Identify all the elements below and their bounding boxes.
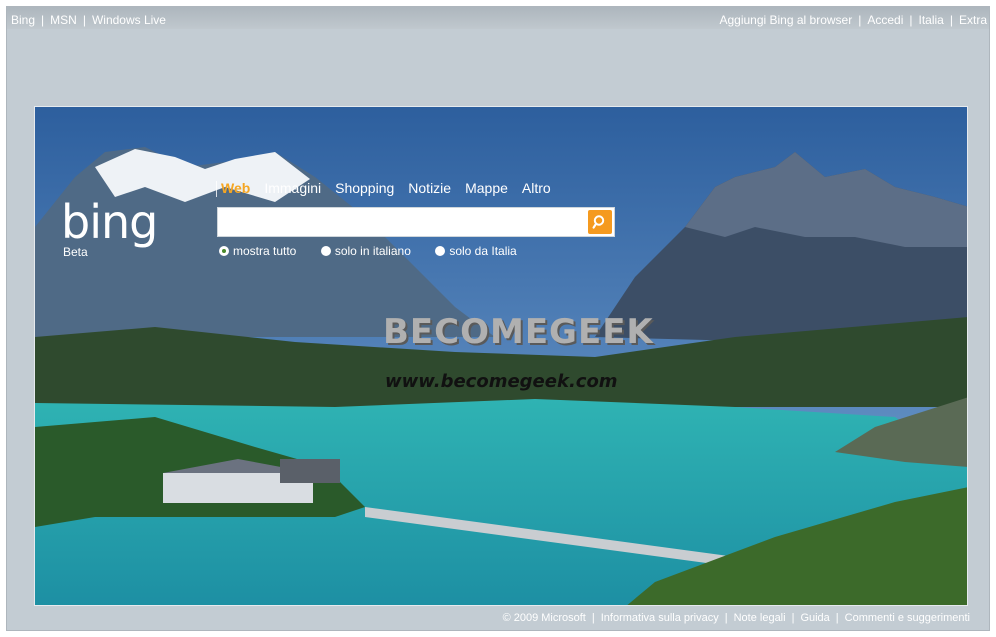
radio-icon bbox=[320, 246, 331, 256]
radio-icon bbox=[435, 246, 446, 256]
top-left-links: Bing | MSN | Windows Live bbox=[11, 11, 166, 29]
feedback-link[interactable]: Commenti e suggerimenti bbox=[845, 612, 970, 624]
nav-divider bbox=[216, 181, 217, 197]
watermark-url: www.becomegeek.com bbox=[385, 371, 618, 392]
search-icon bbox=[592, 215, 605, 229]
search-verticals-nav: Web Immagini Shopping Notizie Mappe Altro bbox=[221, 180, 565, 198]
search-input[interactable] bbox=[222, 209, 592, 237]
bing-link[interactable]: Bing bbox=[11, 13, 35, 27]
scope-option-italy[interactable]: solo da Italia bbox=[435, 244, 517, 258]
tab-shopping[interactable]: Shopping bbox=[335, 180, 394, 196]
tab-images[interactable]: Immagini bbox=[264, 180, 321, 196]
footer-links: © 2009 Microsoft | Informativa sulla priva… bbox=[502, 612, 970, 624]
help-link[interactable]: Guida bbox=[800, 612, 829, 624]
scope-option-italian[interactable]: solo in italiano bbox=[320, 244, 411, 258]
copyright: © 2009 Microsoft bbox=[502, 612, 586, 624]
beta-label: Beta bbox=[63, 245, 88, 259]
legal-link[interactable]: Note legali bbox=[734, 612, 786, 624]
separator: | bbox=[41, 13, 45, 27]
scope-option-label: mostra tutto bbox=[233, 244, 297, 258]
scope-option-label: solo in italiano bbox=[334, 244, 411, 258]
country-link[interactable]: Italia bbox=[919, 13, 944, 27]
watermark-title: BECOMEGEEK bbox=[383, 312, 654, 352]
scope-option-all[interactable]: mostra tutto bbox=[219, 244, 296, 258]
search-box bbox=[217, 207, 615, 237]
separator: | bbox=[858, 13, 862, 27]
tab-more[interactable]: Altro bbox=[522, 180, 551, 196]
top-right-links: Aggiungi Bing al browser | Accedi | Italia | E… bbox=[719, 11, 987, 29]
msn-link[interactable]: MSN bbox=[50, 13, 77, 27]
search-scope-options: mostra tutto solo in italiano solo da It… bbox=[219, 243, 537, 261]
separator: | bbox=[909, 13, 913, 27]
bing-logo[interactable]: bing bbox=[61, 195, 158, 249]
radio-selected-icon bbox=[219, 246, 229, 256]
separator: | bbox=[82, 13, 86, 27]
tab-maps[interactable]: Mappe bbox=[465, 180, 508, 196]
scope-option-label: solo da Italia bbox=[449, 244, 517, 258]
add-bing-to-browser-link[interactable]: Aggiungi Bing al browser bbox=[719, 13, 852, 27]
tab-news[interactable]: Notizie bbox=[408, 180, 451, 196]
privacy-link[interactable]: Informativa sulla privacy bbox=[601, 612, 719, 624]
windows-live-link[interactable]: Windows Live bbox=[92, 13, 166, 27]
sign-in-link[interactable]: Accedi bbox=[867, 13, 903, 27]
separator: | bbox=[949, 13, 953, 27]
tab-web[interactable]: Web bbox=[221, 180, 250, 196]
search-button[interactable] bbox=[588, 210, 612, 234]
extra-link[interactable]: Extra bbox=[959, 13, 987, 27]
hero-background: bing Beta Web Immagini Shopping Notizie Mapp… bbox=[34, 106, 968, 606]
top-bar: Bing | MSN | Windows Live Aggiungi Bing al b… bbox=[7, 7, 989, 29]
